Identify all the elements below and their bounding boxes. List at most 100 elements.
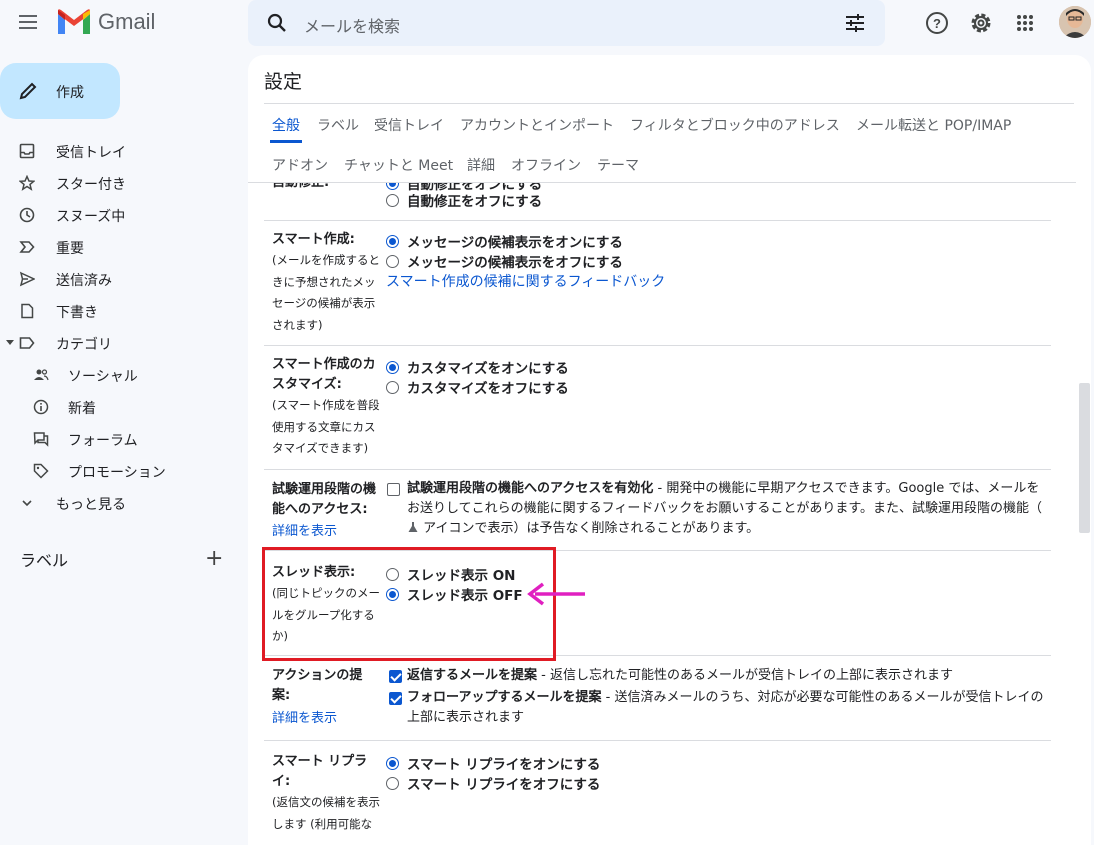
experimental-desc-tail: アイコンで表示）は予告なく削除されることがあります。 (419, 521, 760, 536)
nudges-followup-checkbox[interactable] (389, 692, 402, 705)
tab-inbox[interactable]: 受信トレイ (374, 115, 444, 135)
smart-reply-off-radio[interactable] (386, 777, 399, 790)
smart-reply-label: スマート リプライ: (272, 754, 368, 789)
autocorrect-on-radio[interactable] (386, 183, 399, 190)
draft-icon (21, 303, 34, 319)
people-icon (34, 369, 49, 381)
forum-icon (33, 432, 49, 447)
compose-label: 作成 (56, 85, 84, 101)
sidebar-item-label: スター付き (56, 177, 126, 193)
sidebar-item-label: 送信済み (56, 273, 112, 289)
smart-compose-feedback-link[interactable]: スマート作成の候補に関するフィードバック (386, 271, 665, 291)
settings-panel: 設定 全般 ラベル 受信トレイ アカウントとインポート フィルタとブロック中のア… (248, 55, 1091, 845)
sidebar-item-label: カテゴリ (56, 337, 112, 353)
experimental-checkbox[interactable] (387, 483, 400, 496)
sidebar-item-label: 新着 (68, 401, 96, 417)
svg-text:?: ? (933, 16, 941, 31)
sidebar-item-categories[interactable]: カテゴリ (0, 327, 240, 359)
sidebar-item-snoozed[interactable]: スヌーズ中 (0, 199, 240, 231)
sidebar-item-label: ソーシャル (68, 369, 138, 385)
tab-advanced[interactable]: 詳細 (467, 155, 495, 175)
sidebar-item-label: 下書き (56, 305, 98, 321)
autocorrect-label: 自動修正: (272, 183, 329, 193)
sidebar-item-important[interactable]: 重要 (0, 231, 240, 263)
smart-compose-custom-label: スマート作成のカスタマイズ: (272, 357, 376, 392)
smart-compose-custom-off-radio[interactable] (386, 381, 399, 394)
smart-reply-on-radio[interactable] (386, 757, 399, 770)
sidebar-item-label: スヌーズ中 (56, 209, 126, 225)
sidebar-item-more[interactable]: もっと見る (0, 487, 240, 519)
label-icon (19, 337, 35, 349)
help-icon[interactable]: ? (924, 10, 950, 36)
gmail-logo[interactable] (56, 8, 92, 36)
important-icon (19, 241, 35, 253)
highlight-box (262, 547, 556, 661)
sidebar-item-label: 受信トレイ (56, 145, 126, 161)
sidebar-item-social[interactable]: ソーシャル (0, 359, 240, 391)
inbox-icon (19, 143, 35, 159)
tune-icon[interactable] (844, 12, 866, 34)
sidebar-item-drafts[interactable]: 下書き (0, 295, 240, 327)
tab-themes[interactable]: テーマ (597, 155, 639, 175)
smart-compose-custom-on-radio[interactable] (386, 361, 399, 374)
tab-labels[interactable]: ラベル (317, 115, 359, 135)
gear-icon[interactable] (968, 10, 994, 36)
smart-reply-desc: (返信文の候補を表示します (利用可能な (272, 795, 380, 831)
flask-icon (407, 520, 419, 532)
settings-content: 自動修正: 自動修正をオンにする 自動修正をオフにする スマート作成: (メール… (248, 183, 1091, 845)
experimental-learn-more-link[interactable]: 詳細を表示 (272, 520, 337, 539)
autocorrect-off-radio[interactable] (386, 194, 399, 207)
smart-compose-custom-on-label: カスタマイズをオンにする (407, 361, 569, 377)
tab-forwarding[interactable]: メール転送と POP/IMAP (856, 115, 1011, 135)
sidebar-item-forums[interactable]: フォーラム (0, 423, 240, 455)
nudges-label: アクションの提案: (272, 668, 363, 703)
tab-chat-meet[interactable]: チャットと Meet (344, 155, 453, 175)
sidebar-item-promotions[interactable]: プロモーション (0, 455, 240, 487)
sidebar-item-starred[interactable]: スター付き (0, 167, 240, 199)
labels-heading: ラベル (20, 551, 69, 570)
scrollbar[interactable] (1079, 383, 1090, 533)
sidebar-item-label: プロモーション (68, 465, 166, 481)
tab-accounts[interactable]: アカウントとインポート (460, 115, 614, 135)
pencil-icon (18, 81, 38, 101)
sidebar-item-label: 重要 (56, 241, 84, 257)
smart-reply-off-label: スマート リプライをオフにする (407, 777, 601, 793)
avatar[interactable] (1059, 6, 1091, 38)
tag-icon (33, 463, 49, 479)
sidebar-item-label: フォーラム (68, 433, 138, 449)
tab-filters[interactable]: フィルタとブロック中のアドレス (630, 115, 840, 135)
compose-button[interactable]: 作成 (0, 63, 120, 119)
nudges-reply-desc: - 返信し忘れた可能性のあるメールが受信トレイの上部に表示されます (537, 668, 953, 683)
search-icon[interactable] (266, 12, 288, 34)
tab-offline[interactable]: オフライン (511, 155, 581, 175)
smart-compose-off-radio[interactable] (386, 255, 399, 268)
sidebar-item-inbox[interactable]: 受信トレイ (0, 135, 240, 167)
smart-compose-off-label: メッセージの候補表示をオフにする (407, 255, 623, 271)
apps-icon[interactable] (1012, 10, 1038, 36)
main-menu-button[interactable] (16, 10, 40, 34)
autocorrect-off-label: 自動修正をオフにする (407, 194, 543, 210)
tab-addons[interactable]: アドオン (272, 155, 328, 175)
smart-compose-on-radio[interactable] (386, 235, 399, 248)
sidebar-item-sent[interactable]: 送信済み (0, 263, 240, 295)
add-label-button[interactable]: + (205, 546, 223, 571)
pointer-arrow (527, 582, 587, 606)
caret-down-icon[interactable] (6, 340, 14, 346)
tab-general[interactable]: 全般 (272, 115, 300, 135)
experimental-label: 試験運用段階の機能へのアクセス: (272, 482, 377, 517)
brand-name: Gmail (98, 9, 156, 34)
star-icon (19, 175, 35, 191)
page-title: 設定 (264, 71, 303, 93)
search-input[interactable]: メールを検索 (304, 13, 400, 37)
info-icon (33, 399, 49, 415)
nudges-reply-checkbox[interactable] (389, 670, 402, 683)
nudges-reply-text: 返信するメールを提案 - 返信し忘れた可能性のあるメールが受信トレイの上部に表示… (407, 666, 1047, 686)
chevron-down-icon (22, 500, 32, 507)
nudges-followup-label: フォローアップするメールを提案 (407, 690, 602, 705)
sidebar-item-updates[interactable]: 新着 (0, 391, 240, 423)
search-bar[interactable]: メールを検索 (248, 0, 885, 46)
nudges-learn-more-link[interactable]: 詳細を表示 (272, 707, 337, 726)
send-icon (19, 271, 35, 287)
smart-compose-custom-off-label: カスタマイズをオフにする (407, 381, 569, 397)
smart-compose-desc: (メールを作成するときに予想されたメッセージの候補が表示されます) (272, 253, 380, 332)
